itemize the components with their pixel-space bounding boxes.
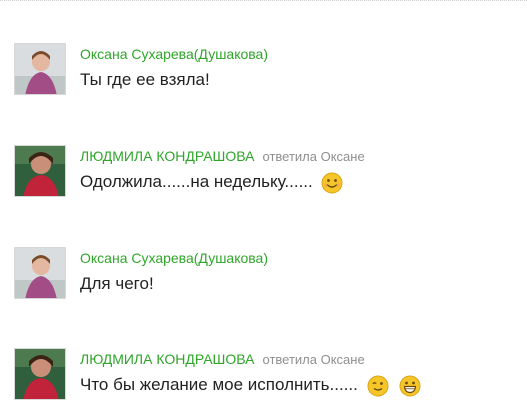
author-name[interactable]: Оксана Сухарева(Душакова) [80,46,268,62]
comment-text: Для чего! [80,273,154,295]
comment-header: ЛЮДМИЛА КОНДРАШОВА ответила Оксане [80,147,365,166]
comment-header: Оксана Сухарева(Душакова) [80,249,268,267]
comment-text: Ты где ее взяла! [80,69,210,91]
author-name[interactable]: ЛЮДМИЛА КОНДРАШОВА [80,148,255,164]
divider [0,0,527,4]
comments-thread: Оксана Сухарева(Душакова) Ты где ее взял… [0,0,527,408]
comment-header: ЛЮДМИЛА КОНДРАШОВА ответила Оксане [80,350,365,369]
smile-icon [321,172,343,194]
comment-text: Одолжила......на недельку...... [80,171,343,194]
grin-icon [399,375,421,397]
comment-item: Оксана Сухарева(Душакова) Ты где ее взял… [14,43,519,103]
comment-text-body: Для чего! [80,274,154,293]
avatar[interactable] [14,348,66,400]
comment-text-body: Что бы желание мое исполнить...... [80,375,358,394]
comment-text-body: Ты где ее взяла! [80,70,210,89]
author-name[interactable]: ЛЮДМИЛА КОНДРАШОВА [80,351,255,367]
wink-icon [367,375,389,397]
avatar[interactable] [14,145,66,197]
avatar[interactable] [14,43,66,95]
comment-item: Оксана Сухарева(Душакова) Для чего! [14,247,519,307]
comment-text-body: Одолжила......на недельку...... [80,172,313,191]
avatar[interactable] [14,247,66,299]
comment-item: ЛЮДМИЛА КОНДРАШОВА ответила Оксане Что бы… [14,348,519,408]
comment-header: Оксана Сухарева(Душакова) [80,45,268,63]
author-name[interactable]: Оксана Сухарева(Душакова) [80,250,268,266]
comment-text: Что бы желание мое исполнить...... [80,374,421,397]
reply-note: ответила Оксане [262,352,365,367]
comment-item: ЛЮДМИЛА КОНДРАШОВА ответила Оксане Одолжи… [14,145,519,205]
reply-note: ответила Оксане [262,149,365,164]
